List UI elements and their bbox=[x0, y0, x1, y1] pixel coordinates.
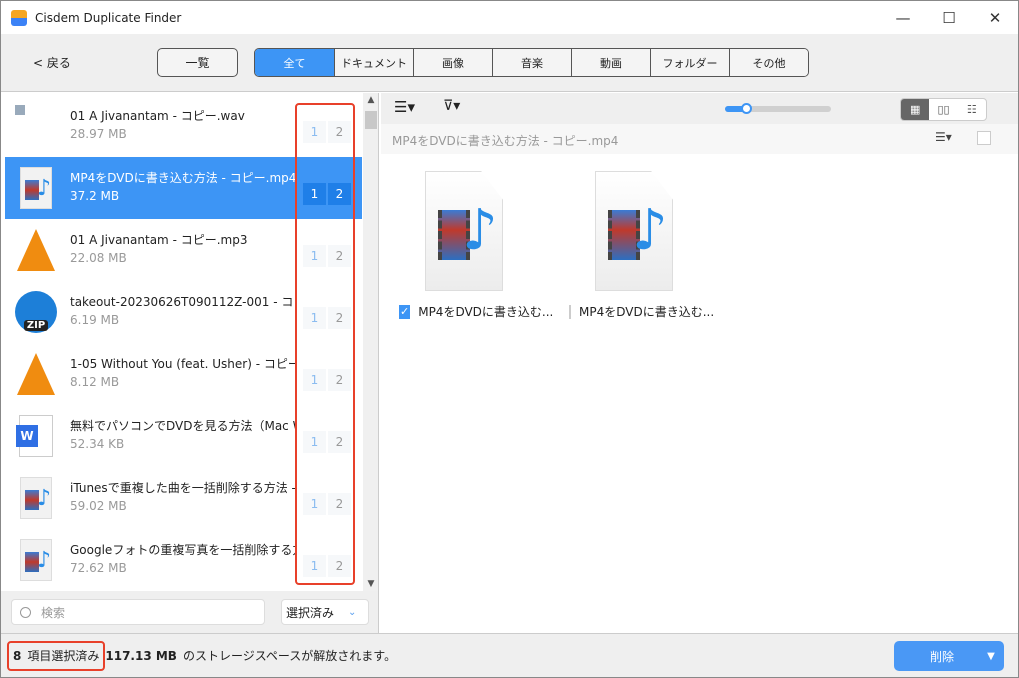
status-bar: 8 項目選択済み 117.13 MB のストレージスペースが解放されます。 bbox=[1, 633, 1018, 677]
group-title: MP4をDVDに書き込む方法 - コピー.mp4 bbox=[392, 134, 619, 148]
annotation-box bbox=[295, 103, 355, 585]
carousel-view-icon[interactable]: ▯▯ bbox=[929, 99, 957, 120]
search-icon bbox=[20, 606, 31, 618]
file-checkbox[interactable] bbox=[569, 304, 571, 319]
search-placeholder: 検索 bbox=[41, 605, 66, 620]
detail-header: MP4をDVDに書き込む方法 - コピー.mp4 ☰▾ bbox=[381, 124, 1018, 154]
list-view-icon[interactable]: ☷ bbox=[958, 99, 986, 120]
detail-toolbar: ☰▾ ⊽▾ ▦ ▯▯ ☷ bbox=[381, 93, 1018, 124]
chevron-down-icon: ⌄ bbox=[348, 606, 357, 618]
scroll-down-icon[interactable]: ▼ bbox=[363, 579, 378, 589]
zoom-slider[interactable] bbox=[725, 103, 831, 114]
minimize-button[interactable]: — bbox=[880, 1, 926, 34]
video-file-icon: ♪ bbox=[425, 171, 503, 291]
app-icon bbox=[11, 9, 27, 26]
delete-dropdown-icon[interactable]: ▼ bbox=[978, 651, 1004, 662]
file-size: 72.62 MB bbox=[70, 561, 127, 575]
scroll-up-icon[interactable]: ▲ bbox=[363, 95, 378, 105]
scroll-thumb[interactable] bbox=[365, 111, 377, 129]
delete-button[interactable]: 削除 ▼ bbox=[894, 641, 1004, 671]
file-name: Googleフォトの重複写真を一括削除する方... bbox=[70, 543, 295, 557]
filter-select[interactable]: 選択済み ⌄ bbox=[281, 599, 369, 625]
status-message: のストレージスペースが解放されます。 bbox=[182, 649, 397, 663]
tab-images[interactable]: 画像 bbox=[413, 49, 492, 76]
list-button[interactable]: 一覧 bbox=[157, 48, 238, 77]
filter-icon[interactable]: ⊽▾ bbox=[443, 98, 460, 114]
select-rule-icon[interactable]: ☰▾ bbox=[394, 98, 415, 116]
file-name: 01 A Jivanantam - コピー.wav bbox=[70, 109, 245, 123]
file-name: MP4をDVDに書き込む方法 - コピー.mp4 bbox=[70, 171, 295, 185]
grid-view-icon[interactable]: ▦ bbox=[901, 99, 930, 120]
maximize-button[interactable]: ☐ bbox=[926, 1, 972, 34]
vlc-icon bbox=[15, 353, 57, 395]
video-file-icon: ♪ bbox=[15, 167, 57, 209]
video-file-icon: ♪ bbox=[15, 477, 57, 519]
file-name: takeout-20230626T090112Z-001 - コピー.zip bbox=[70, 295, 295, 309]
file-name: 無料でパソコンでDVDを見る方法（Mac Wi... bbox=[70, 419, 295, 433]
list-footer: 検索 選択済み ⌄ bbox=[1, 591, 379, 633]
file-size: 37.2 MB bbox=[70, 189, 120, 203]
file-checkbox[interactable]: ✓ bbox=[399, 304, 411, 319]
scrollbar[interactable]: ▲ ▼ bbox=[363, 93, 378, 591]
file-name: iTunesで重複した曲を一括削除する方法 - ... bbox=[70, 481, 295, 495]
file-card[interactable]: ♪ ✓ MP4をDVDに書き込む... bbox=[399, 171, 553, 320]
category-tabs: 全て ドキュメント 画像 音楽 動画 フォルダー その他 bbox=[254, 48, 809, 77]
window-title: Cisdem Duplicate Finder bbox=[35, 10, 182, 25]
file-size: 6.19 MB bbox=[70, 313, 120, 327]
file-size: 52.34 KB bbox=[70, 437, 125, 451]
vlc-icon bbox=[15, 229, 57, 271]
toolbar: < 戻る 一覧 全て ドキュメント 画像 音楽 動画 フォルダー その他 bbox=[1, 34, 1018, 92]
filter-select-value: 選択済み bbox=[286, 605, 335, 620]
word-icon: W bbox=[15, 415, 57, 457]
file-card-name: MP4をDVDに書き込む... bbox=[418, 305, 554, 319]
view-switcher: ▦ ▯▯ ☷ bbox=[900, 98, 987, 121]
file-size: 8.12 MB bbox=[70, 375, 120, 389]
title-bar: Cisdem Duplicate Finder — ☐ ✕ bbox=[1, 1, 1018, 34]
delete-label: 削除 bbox=[929, 649, 954, 664]
file-card-name: MP4をDVDに書き込む... bbox=[579, 305, 715, 319]
select-all-checkbox[interactable] bbox=[977, 131, 991, 145]
zip-icon: ZIP bbox=[15, 291, 57, 333]
slider-knob[interactable] bbox=[741, 103, 753, 114]
back-button[interactable]: < 戻る bbox=[33, 54, 71, 71]
tab-other[interactable]: その他 bbox=[729, 49, 808, 76]
clear-selection-icon[interactable]: ☰▾ bbox=[935, 130, 952, 144]
tab-music[interactable]: 音楽 bbox=[492, 49, 571, 76]
search-input[interactable]: 検索 bbox=[11, 599, 265, 625]
video-file-icon: ♪ bbox=[15, 539, 57, 581]
file-size: 28.97 MB bbox=[70, 127, 127, 141]
tab-all[interactable]: 全て bbox=[255, 49, 334, 76]
file-size: 22.08 MB bbox=[70, 251, 127, 265]
file-card[interactable]: ♪ MP4をDVDに書き込む... bbox=[569, 171, 714, 320]
file-name: 1-05 Without You (feat. Usher) - コピー.w..… bbox=[70, 357, 295, 371]
file-size: 59.02 MB bbox=[70, 499, 127, 513]
tab-folders[interactable]: フォルダー bbox=[650, 49, 729, 76]
tab-documents[interactable]: ドキュメント bbox=[334, 49, 413, 76]
file-name: 01 A Jivanantam - コピー.mp3 bbox=[70, 233, 248, 247]
audio-file-icon bbox=[15, 105, 57, 147]
freed-size: 117.13 MB bbox=[105, 648, 177, 663]
close-button[interactable]: ✕ bbox=[972, 1, 1018, 34]
tab-videos[interactable]: 動画 bbox=[571, 49, 650, 76]
annotation-box bbox=[7, 641, 105, 671]
video-file-icon: ♪ bbox=[595, 171, 673, 291]
